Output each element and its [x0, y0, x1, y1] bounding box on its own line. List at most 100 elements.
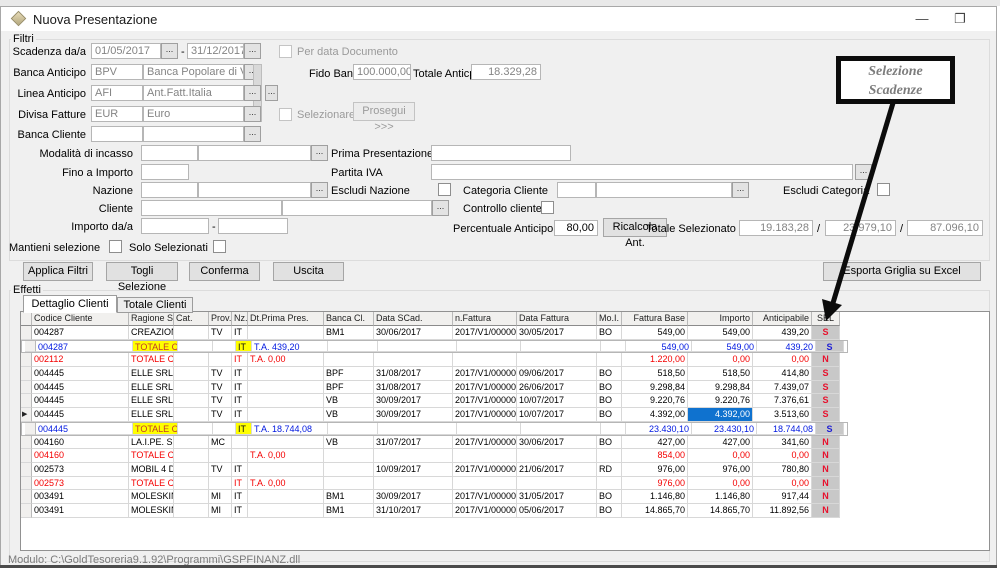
cell-prov[interactable]: MI — [209, 504, 232, 518]
cell-ragione[interactable]: MOBIL 4 D — [129, 463, 174, 477]
cell-dt[interactable]: T.A. 0,00 — [248, 353, 324, 367]
cell-codice[interactable]: 004160 — [32, 449, 129, 463]
linea-anticipo-browse-button[interactable]: ... — [244, 85, 261, 101]
cell-scad[interactable] — [374, 449, 453, 463]
cell-banca[interactable] — [324, 463, 374, 477]
cell-nz[interactable]: IT — [232, 463, 248, 477]
cell-row-selector[interactable] — [25, 341, 36, 353]
cell-scad[interactable] — [378, 341, 457, 353]
cell-codice[interactable]: 003491 — [32, 490, 129, 504]
cell-ant[interactable]: 3.513,60 — [753, 408, 812, 422]
cell-base[interactable]: 976,00 — [622, 477, 688, 491]
cell-dfatt[interactable]: 30/06/2017 — [517, 436, 597, 450]
cell-banca[interactable]: BPF — [324, 381, 374, 395]
cell-base[interactable]: 23.430,10 — [626, 423, 692, 435]
cell-ragione[interactable]: TOTALE C — [129, 353, 174, 367]
selected-cell-importo[interactable]: 4.392,00 — [688, 408, 753, 422]
cell-dfatt[interactable]: 09/06/2017 — [517, 367, 597, 381]
cell-ant[interactable]: 7.376,61 — [753, 394, 812, 408]
escludi-nazione-checkbox[interactable] — [438, 183, 451, 196]
cell-nz[interactable]: IT — [232, 381, 248, 395]
cliente-desc-field[interactable] — [282, 200, 432, 216]
cell-row-selector[interactable] — [21, 367, 32, 381]
cell-dt[interactable] — [248, 408, 324, 422]
cell-dfatt[interactable]: 10/07/2017 — [517, 394, 597, 408]
cell-row-selector[interactable] — [21, 463, 32, 477]
banca-cliente-browse-button[interactable]: ... — [244, 126, 261, 142]
cell-dfatt[interactable]: 05/06/2017 — [517, 504, 597, 518]
cell-dt[interactable]: T.A. 439,20 — [252, 341, 328, 353]
cell-base[interactable]: 4.392,00 — [622, 408, 688, 422]
controllo-cliente-checkbox[interactable] — [541, 201, 554, 214]
cell-moi[interactable]: BO — [597, 381, 622, 395]
col-header-codice[interactable]: Codice Cliente — [32, 312, 129, 326]
cell-selcol[interactable]: S — [812, 394, 840, 408]
col-header-ant[interactable]: Anticipabile — [753, 312, 812, 326]
cell-row-selector[interactable] — [21, 326, 32, 340]
cell-selcol[interactable]: N — [812, 436, 840, 450]
cell-dt[interactable]: T.A. 18.744,08 — [252, 423, 328, 435]
cell-nz[interactable]: IT — [232, 408, 248, 422]
cell-base[interactable]: 427,00 — [622, 436, 688, 450]
cell-ragione[interactable]: LA.I.PE. SF — [129, 436, 174, 450]
esporta-excel-button[interactable]: Esporta Griglia su Excel — [823, 262, 981, 281]
modalita-code-field[interactable] — [141, 145, 198, 161]
linea-anticipo-extra-browse-button[interactable]: ... — [265, 85, 278, 101]
cell-codice[interactable]: 003491 — [32, 504, 129, 518]
cell-selcol[interactable]: S — [812, 408, 840, 422]
selezionare-nc-checkbox[interactable] — [279, 108, 292, 121]
cell-imp[interactable]: 976,00 — [688, 463, 753, 477]
cell-moi[interactable] — [597, 477, 622, 491]
cell-nz[interactable]: IT — [232, 367, 248, 381]
cell-ragione[interactable]: ELLE SRL — [129, 394, 174, 408]
cell-codice[interactable]: 002112 — [32, 353, 129, 367]
cell-nfatt[interactable]: 2017/V1/000001 — [453, 463, 517, 477]
cell-cat[interactable] — [174, 381, 209, 395]
cell-selcol[interactable]: N — [812, 477, 840, 491]
cell-imp[interactable]: 549,00 — [692, 341, 757, 353]
cell-nz[interactable]: IT — [232, 326, 248, 340]
cell-scad[interactable]: 30/09/2017 — [374, 490, 453, 504]
cell-prov[interactable] — [213, 423, 236, 435]
cell-ant[interactable]: 439,20 — [757, 341, 816, 353]
cell-codice[interactable]: 002573 — [32, 477, 129, 491]
cell-prov[interactable]: TV — [209, 326, 232, 340]
cell-nfatt[interactable]: 2017/V1/000001 — [453, 504, 517, 518]
cell-imp[interactable]: 0,00 — [688, 477, 753, 491]
fido-banca-field[interactable]: 100.000,00 — [353, 64, 411, 80]
cliente-code-field[interactable] — [141, 200, 282, 216]
cell-banca[interactable] — [328, 423, 378, 435]
cell-ragione[interactable]: TOTALE C — [133, 423, 178, 435]
cell-cat[interactable] — [174, 436, 209, 450]
totale-anticipato-field[interactable]: 18.329,28 — [471, 64, 541, 80]
col-header-cat[interactable]: Cat. — [174, 312, 209, 326]
cell-imp[interactable]: 9.220,76 — [688, 394, 753, 408]
cell-cat[interactable] — [174, 449, 209, 463]
cell-banca[interactable] — [328, 341, 378, 353]
col-header-moi[interactable]: Mo.I. — [597, 312, 622, 326]
cell-dt[interactable] — [248, 490, 324, 504]
cell-selcol[interactable]: S — [812, 381, 840, 395]
banca-anticipo-code-field[interactable]: BPV — [91, 64, 143, 80]
cell-base[interactable]: 549,00 — [622, 326, 688, 340]
cell-nfatt[interactable] — [453, 449, 517, 463]
banca-anticipo-desc-field[interactable]: Banca Popolare di Vic — [143, 64, 244, 80]
partita-iva-field[interactable] — [431, 164, 853, 180]
cell-row-selector[interactable] — [21, 394, 32, 408]
banca-cliente-code-field[interactable] — [91, 126, 143, 142]
conferma-button[interactable]: Conferma — [189, 262, 260, 281]
cell-ragione[interactable]: ELLE SRL — [129, 381, 174, 395]
cell-prov[interactable]: TV — [209, 381, 232, 395]
linea-anticipo-code-field[interactable]: AFI — [91, 85, 143, 101]
tab-dettaglio-clienti[interactable]: Dettaglio Clienti — [23, 295, 117, 313]
cell-moi[interactable]: RD — [597, 463, 622, 477]
col-header-imp[interactable]: Importo — [688, 312, 753, 326]
cell-dt[interactable]: T.A. 0,00 — [248, 449, 324, 463]
cell-ragione[interactable]: TOTALE C — [133, 341, 178, 353]
solo-selezionati-checkbox[interactable] — [213, 240, 226, 253]
cell-codice[interactable]: 004445 — [32, 381, 129, 395]
cell-nz[interactable]: IT — [232, 490, 248, 504]
cell-scad[interactable]: 31/08/2017 — [374, 381, 453, 395]
cell-codice[interactable]: 004445 — [32, 367, 129, 381]
cell-selcol[interactable]: S — [816, 423, 844, 435]
